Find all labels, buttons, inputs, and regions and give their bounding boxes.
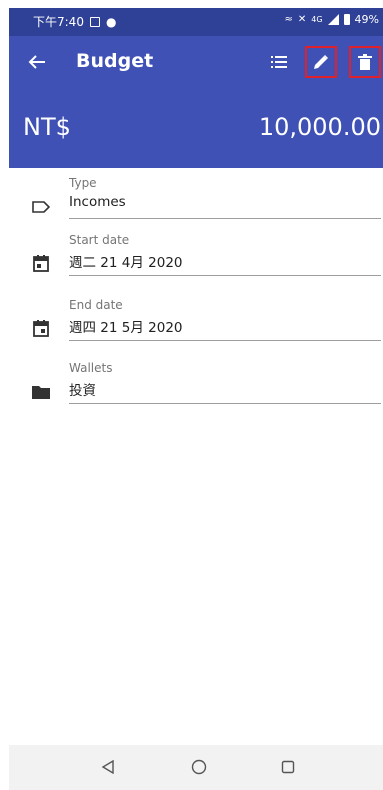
amount-value: 10,000.00 [258,113,381,141]
circle-home-icon [191,759,207,775]
field-start-date[interactable]: Start date 週二 21 4月 2020 [9,233,383,293]
edit-button[interactable] [305,46,337,78]
page-title: Budget [76,50,154,72]
network-type: 4G [311,15,323,24]
mute-icon: ✕ [297,14,307,25]
field-label: Type [69,176,97,190]
field-type[interactable]: Type Incomes [9,176,383,236]
calendar-icon [31,253,51,273]
amount-header: NT$ 10,000.00 [9,88,383,168]
field-label: Start date [69,233,130,247]
battery-level: 49% [354,13,379,26]
system-nav-bar [9,745,383,790]
field-label: End date [69,298,123,312]
gallery-notification-icon [89,16,100,27]
divider [69,218,381,219]
nav-back-button[interactable] [98,757,118,777]
trash-icon [358,54,372,70]
field-end-date[interactable]: End date 週四 21 5月 2020 [9,298,383,358]
divider [69,275,381,276]
square-recents-icon [281,760,295,774]
arrow-back-icon [28,55,45,69]
label-outline-icon [31,197,51,217]
triangle-back-icon [101,760,114,774]
battery-icon [343,14,350,25]
status-bar: 下午7:40 ● ≈ ✕ 4G 49% [9,8,383,36]
currency-label: NT$ [23,113,71,141]
status-time: 下午7:40 [33,15,84,29]
divider [69,340,381,341]
calendar-icon [31,318,51,338]
signal-icon [327,14,339,25]
vibrate-icon: ≈ [284,14,293,25]
list-icon [271,56,287,68]
list-button[interactable] [263,46,295,78]
app-bar: Budget [9,36,383,88]
field-value: 週二 21 4月 2020 [69,255,183,271]
field-label: Wallets [69,361,113,375]
divider [69,403,381,404]
app-notification-icon: ● [105,14,117,29]
field-value: 投資 [69,383,96,399]
nav-home-button[interactable] [189,757,209,777]
pencil-icon [314,55,328,69]
back-button[interactable] [23,48,51,76]
delete-button[interactable] [349,46,381,78]
field-value: Incomes [69,194,126,210]
screen: 下午7:40 ● ≈ ✕ 4G 49% Budget NT$ 10,000.00… [9,8,383,790]
nav-recents-button[interactable] [278,757,298,777]
folder-icon [31,382,51,402]
field-value: 週四 21 5月 2020 [69,320,183,336]
field-wallets[interactable]: Wallets 投資 [9,361,383,421]
